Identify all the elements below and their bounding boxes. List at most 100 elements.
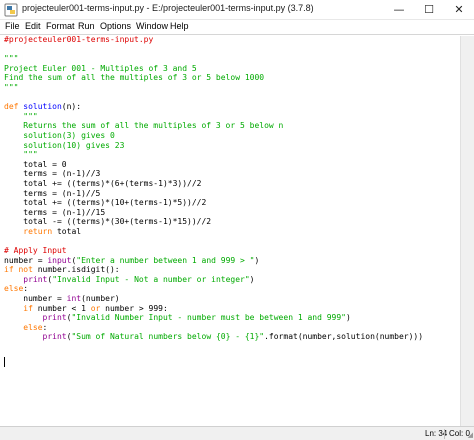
code-line[interactable] <box>4 93 423 103</box>
status-bar: Ln: 34 Col: 0 ◢ <box>0 426 474 440</box>
status-divider <box>444 429 445 439</box>
code-token: ) <box>346 313 351 323</box>
code-token: (number) <box>81 294 120 304</box>
code-token: total <box>52 226 82 236</box>
close-button[interactable]: ✕ <box>444 0 474 20</box>
code-line[interactable]: if not number.isdigit(): <box>4 265 423 275</box>
menu-run[interactable]: Run <box>78 21 95 31</box>
code-token: "Enter a number between 1 and 999 > " <box>76 255 255 265</box>
code-token: """ <box>4 111 38 121</box>
code-token: or <box>90 303 101 313</box>
code-token: number.isdigit(): <box>32 265 120 275</box>
code-token: print <box>23 274 48 284</box>
code-line[interactable]: terms = (n-1)//15 <box>4 208 423 218</box>
code-token: : <box>42 322 48 332</box>
code-line[interactable]: number = int(number) <box>4 294 423 304</box>
code-token: Returns the sum of all the multiples of … <box>4 121 284 131</box>
code-token: """ <box>4 54 19 64</box>
code-token: "Invalid Number Input - number must be b… <box>71 313 346 323</box>
code-token: .format(number,solution(number))) <box>264 332 424 342</box>
code-token: (n): <box>61 102 82 112</box>
code-line[interactable]: """ <box>4 54 423 64</box>
code-line[interactable]: Project Euler 001 - Multiples of 3 and 5 <box>4 64 423 74</box>
code-line[interactable]: return total <box>4 227 423 237</box>
code-line[interactable]: total = 0 <box>4 160 423 170</box>
code-token: total = 0 <box>4 159 67 169</box>
code-token: """ <box>4 82 19 92</box>
code-line[interactable]: terms = (n-1)//3 <box>4 169 423 179</box>
code-token: int <box>66 294 82 304</box>
vertical-scrollbar[interactable] <box>460 36 474 426</box>
maximize-button[interactable]: ☐ <box>414 0 444 20</box>
code-line[interactable] <box>4 45 423 55</box>
code-token: else <box>4 322 43 332</box>
code-line[interactable]: def solution(n): <box>4 102 423 112</box>
code-token: terms = (n-1)//3 <box>4 169 101 179</box>
code-line[interactable]: """ <box>4 83 423 93</box>
code-line[interactable]: print("Invalid Number Input - number mus… <box>4 313 423 323</box>
menu-format[interactable]: Format <box>46 21 75 31</box>
code-token: solution(10) gives 23 <box>4 140 125 150</box>
code-token: if <box>4 303 33 313</box>
code-token: solution <box>23 102 62 112</box>
code-line[interactable]: solution(3) gives 0 <box>4 131 423 141</box>
code-token: print <box>42 313 67 323</box>
code-token: number > 999: <box>100 303 168 313</box>
code-token: return <box>4 226 53 236</box>
code-line[interactable]: # Apply Input <box>4 246 423 256</box>
code-token: #projecteuler001-terms-input.py <box>4 35 154 44</box>
code-token: else <box>4 284 24 294</box>
minimize-button[interactable]: — <box>384 0 414 20</box>
code-token: Find the sum of all the multiples of 3 o… <box>4 73 265 83</box>
code-token: : <box>23 284 29 294</box>
menu-file[interactable]: File <box>5 21 20 31</box>
code-editor[interactable]: #projecteuler001-terms-input.py """ Proje… <box>0 35 460 426</box>
code-line[interactable]: else: <box>4 323 423 333</box>
code-token: number < 1 <box>32 303 91 313</box>
code-line[interactable]: number = input("Enter a number between 1… <box>4 256 423 266</box>
code-token: input <box>47 255 72 265</box>
code-token: number = <box>4 294 67 304</box>
code-line[interactable]: Find the sum of all the multiples of 3 o… <box>4 73 423 83</box>
menu-window[interactable]: Window <box>136 21 168 31</box>
code-token: number = <box>4 255 48 265</box>
code-line[interactable] <box>4 236 423 246</box>
code-line[interactable]: total -= ((terms)*(30+(terms-1)*15))//2 <box>4 217 423 227</box>
code-token: "Sum of Natural numbers below {0} - {1}" <box>71 332 265 342</box>
resize-grip-icon[interactable]: ◢ <box>468 431 473 439</box>
menu-edit[interactable]: Edit <box>25 21 41 31</box>
code-line[interactable]: else: <box>4 284 423 294</box>
code-token: if not <box>4 265 33 275</box>
code-token: Project Euler 001 - Multiples of 3 and 5 <box>4 63 197 73</box>
title-bar[interactable]: projecteuler001-terms-input.py - E:/proj… <box>0 0 474 20</box>
code-line[interactable]: print("Invalid Input - Not a number or i… <box>4 275 423 285</box>
idle-python-icon <box>4 3 18 17</box>
code-token: # Apply Input <box>4 246 67 256</box>
code-token: total += ((terms)*(6+(terms-1)*3))//2 <box>4 178 202 188</box>
code-line[interactable]: print("Sum of Natural numbers below {0} … <box>4 332 424 342</box>
code-line[interactable]: total += ((terms)*(6+(terms-1)*3))//2 <box>4 179 423 189</box>
code-text[interactable]: #projecteuler001-terms-input.py """ Proje… <box>4 35 423 342</box>
menu-bar: File Edit Format Run Options Window Help <box>0 20 474 35</box>
text-cursor <box>4 357 5 367</box>
code-token: """ <box>4 150 38 160</box>
menu-options[interactable]: Options <box>100 21 131 31</box>
code-line[interactable]: terms = (n-1)//5 <box>4 189 423 199</box>
code-token: def <box>4 102 24 112</box>
code-line[interactable]: solution(10) gives 23 <box>4 141 423 151</box>
code-token: terms = (n-1)//5 <box>4 188 101 198</box>
code-line[interactable]: Returns the sum of all the multiples of … <box>4 121 423 131</box>
code-line[interactable]: if number < 1 or number > 999: <box>4 304 423 314</box>
code-line[interactable]: """ <box>4 150 423 160</box>
code-line[interactable]: """ <box>4 112 423 122</box>
code-line[interactable]: total += ((terms)*(10+(terms-1)*5))//2 <box>4 198 423 208</box>
code-line[interactable]: #projecteuler001-terms-input.py <box>4 35 423 45</box>
menu-help[interactable]: Help <box>170 21 189 31</box>
code-token: ) <box>249 274 255 284</box>
code-token: total += ((terms)*(10+(terms-1)*5))//2 <box>4 198 207 208</box>
code-token: solution(3) gives 0 <box>4 130 115 140</box>
code-token: terms = (n-1)//15 <box>4 207 106 217</box>
